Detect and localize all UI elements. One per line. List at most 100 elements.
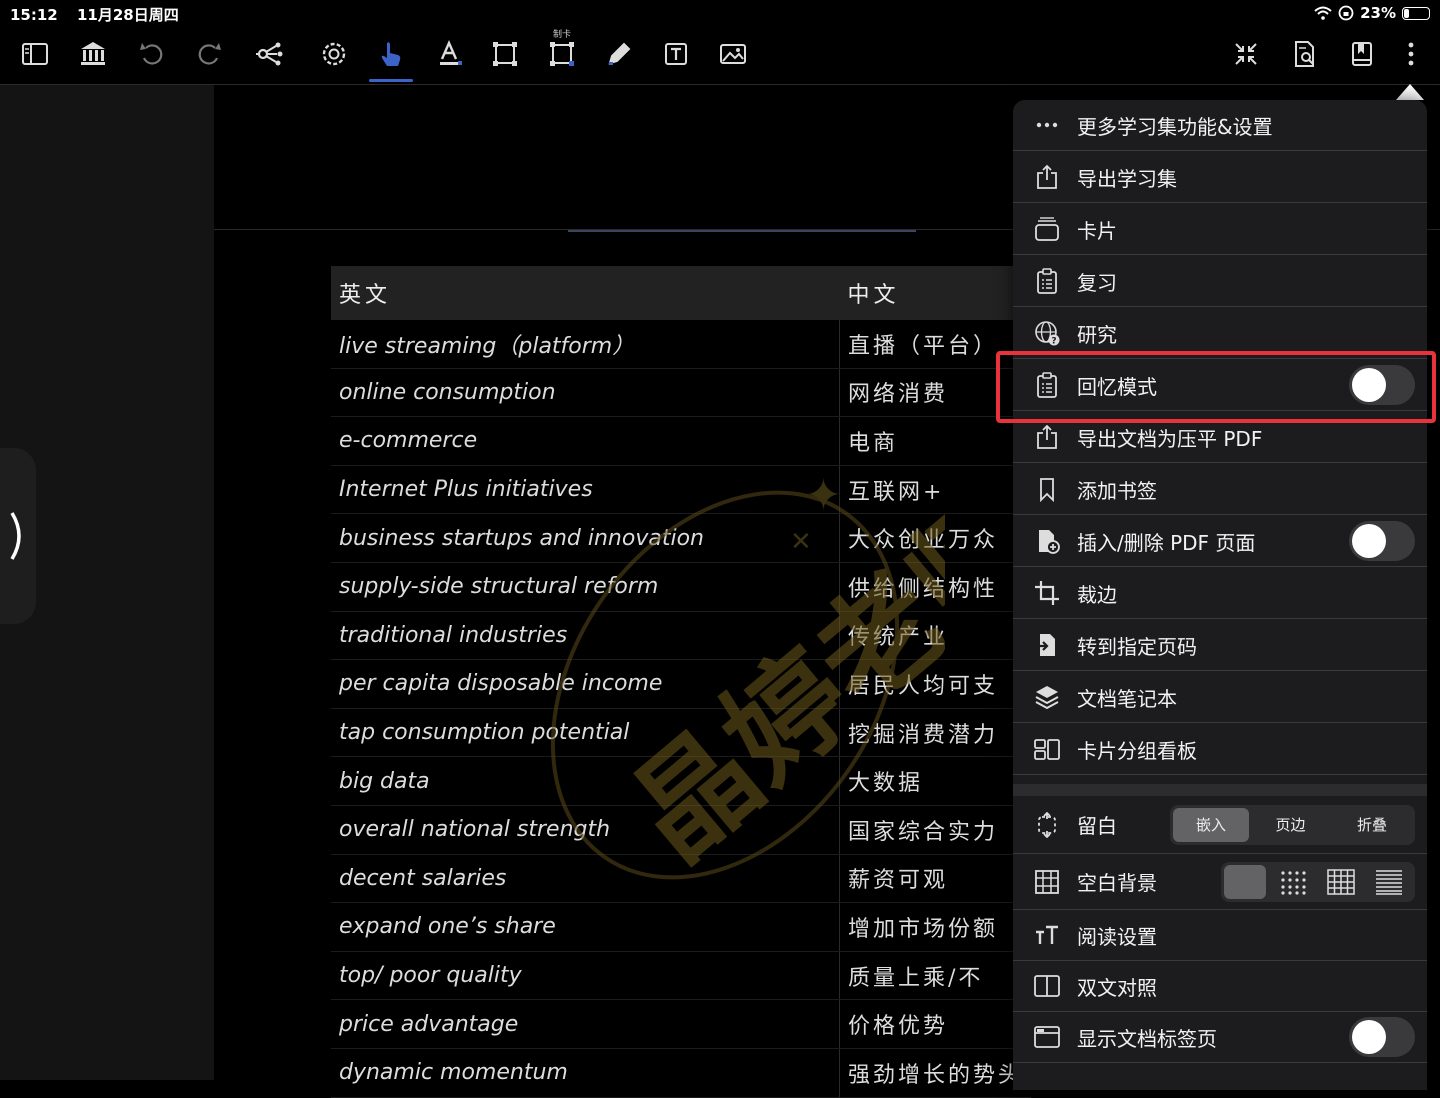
more-vertical-icon[interactable] bbox=[1393, 36, 1429, 72]
table-row: price advantage 价格优势 bbox=[331, 999, 1031, 1049]
text-highlight-icon[interactable] bbox=[431, 36, 467, 72]
margin-option-page-edge[interactable]: 页边 bbox=[1249, 808, 1332, 842]
table-row: expand one’s share 增加市场份额 bbox=[331, 902, 1031, 952]
pencil-icon[interactable] bbox=[601, 36, 637, 72]
table-row: decent salaries 薪资可观 bbox=[331, 854, 1031, 904]
mindmap-icon[interactable] bbox=[251, 36, 287, 72]
image-icon[interactable] bbox=[715, 36, 751, 72]
crop-margins-item[interactable]: 裁边 bbox=[1013, 568, 1427, 619]
insert-delete-pages-toggle[interactable] bbox=[1349, 521, 1415, 561]
redo-icon[interactable] bbox=[191, 36, 227, 72]
recall-mode-label: 回忆模式 bbox=[1077, 374, 1157, 399]
english-term-cell: expand one’s share bbox=[331, 902, 840, 952]
table-row: dynamic momentum 强劲增长的势头 bbox=[331, 1048, 1031, 1098]
show-doc-tabs-item: 显示文档标签页 bbox=[1013, 1012, 1427, 1063]
export-flat-pdf-label: 导出文档为压平 PDF bbox=[1077, 426, 1263, 451]
recall-mode-toggle[interactable] bbox=[1349, 365, 1415, 405]
sidebar-icon[interactable] bbox=[17, 36, 53, 72]
research-label: 研究 bbox=[1077, 322, 1117, 347]
table-row: online consumption 网络消费 bbox=[331, 368, 1031, 418]
add-bookmark-item[interactable]: 添加书签 bbox=[1013, 464, 1427, 515]
cards-item[interactable]: 卡片 bbox=[1013, 204, 1427, 255]
reading-settings-label: 阅读设置 bbox=[1077, 924, 1157, 949]
table-row: tap consumption potential 挖掘消费潜力 bbox=[331, 708, 1031, 758]
english-term-cell: traditional industries bbox=[331, 611, 840, 661]
english-term-cell: Internet Plus initiatives bbox=[331, 465, 840, 515]
battery-icon bbox=[1402, 6, 1430, 20]
toggle-knob bbox=[1352, 1020, 1386, 1054]
board-icon bbox=[1033, 735, 1061, 763]
column-header-chinese: 中文 bbox=[839, 266, 1031, 320]
english-term-cell: supply-side structural reform bbox=[331, 562, 840, 612]
column-header-english: 英文 bbox=[331, 266, 840, 320]
table-row: top/ poor quality 质量上乘/不 bbox=[331, 951, 1031, 1001]
chinese-term-cell: 大数据 bbox=[839, 756, 1031, 806]
chinese-term-cell: 增加市场份额 bbox=[839, 902, 1031, 952]
margin-row: 留白 嵌入 页边 折叠 bbox=[1013, 796, 1427, 854]
select-rect-icon[interactable] bbox=[487, 36, 523, 72]
margin-segmented-control: 嵌入 页边 折叠 bbox=[1170, 804, 1415, 845]
goto-page-item[interactable]: 转到指定页码 bbox=[1013, 620, 1427, 671]
blank-swatch-icon[interactable] bbox=[1224, 864, 1266, 899]
recall-mode-item: 回忆模式 bbox=[1013, 360, 1427, 411]
chinese-term-cell: 价格优势 bbox=[839, 999, 1031, 1049]
margin-option-fold[interactable]: 折叠 bbox=[1332, 808, 1412, 842]
library-icon[interactable] bbox=[75, 36, 111, 72]
english-term-cell: live streaming（platform） bbox=[331, 320, 840, 369]
card-group-board-item[interactable]: 卡片分组看板 bbox=[1013, 724, 1427, 775]
screen-lock-icon bbox=[1338, 5, 1354, 21]
hand-pointer-icon[interactable] bbox=[369, 36, 413, 82]
doc-add-icon bbox=[1033, 527, 1061, 555]
more-set-functions-item[interactable]: 更多学习集功能&设置 bbox=[1013, 100, 1427, 151]
doc-notebook-item[interactable]: 文档笔记本 bbox=[1013, 672, 1427, 723]
chinese-term-cell: 薪资可观 bbox=[839, 854, 1031, 904]
dots-swatch-icon[interactable] bbox=[1272, 865, 1314, 899]
share-icon bbox=[1033, 163, 1061, 191]
table-header-row: 英文 中文 bbox=[331, 266, 1031, 320]
review-item[interactable]: 复习 bbox=[1013, 256, 1427, 307]
textbox-icon[interactable] bbox=[658, 36, 694, 72]
background-style-picker bbox=[1221, 861, 1415, 902]
collapse-icon[interactable] bbox=[1228, 36, 1264, 72]
toggle-knob bbox=[1352, 368, 1386, 402]
expand-panel-handle[interactable] bbox=[0, 448, 36, 624]
doc-search-icon[interactable] bbox=[1286, 36, 1322, 72]
research-item[interactable]: ? 研究 bbox=[1013, 308, 1427, 359]
table-row: business startups and innovation 大众创业万众 bbox=[331, 513, 1031, 563]
margin-option-embed[interactable]: 嵌入 bbox=[1173, 807, 1249, 842]
chinese-term-cell: 强劲增长的势头 bbox=[839, 1048, 1031, 1098]
chinese-term-cell: 居民人均可支 bbox=[839, 659, 1031, 709]
show-doc-tabs-toggle[interactable] bbox=[1349, 1017, 1415, 1057]
export-set-label: 导出学习集 bbox=[1077, 166, 1177, 191]
bilingual-compare-item[interactable]: 双文对照 bbox=[1013, 961, 1427, 1012]
english-term-cell: overall national strength bbox=[331, 805, 840, 855]
english-term-cell: per capita disposable income bbox=[331, 659, 840, 709]
page-annotation-line bbox=[568, 230, 916, 232]
chinese-term-cell: 传统产业 bbox=[839, 611, 1031, 661]
table-row: supply-side structural reform 供给侧结构性 bbox=[331, 562, 1031, 612]
card-group-board-label: 卡片分组看板 bbox=[1077, 738, 1197, 763]
layers-icon bbox=[1033, 683, 1061, 711]
english-term-cell: e-commerce bbox=[331, 416, 840, 466]
card-rect-icon[interactable]: 制卡 bbox=[544, 30, 580, 72]
export-set-item[interactable]: 导出学习集 bbox=[1013, 152, 1427, 203]
cards-stack-icon bbox=[1033, 215, 1061, 243]
settings-gear-icon[interactable] bbox=[316, 36, 352, 72]
ellipsis-icon bbox=[1033, 111, 1061, 139]
lines-swatch-icon[interactable] bbox=[1368, 865, 1410, 899]
reading-settings-item[interactable]: 阅读设置 bbox=[1013, 910, 1427, 961]
show-doc-tabs-label: 显示文档标签页 bbox=[1077, 1026, 1217, 1051]
chinese-term-cell: 国家综合实力 bbox=[839, 805, 1031, 855]
export-flat-pdf-item[interactable]: 导出文档为压平 PDF bbox=[1013, 412, 1427, 463]
clipboard-list-icon bbox=[1033, 267, 1061, 295]
insert-delete-pages-label: 插入/删除 PDF 页面 bbox=[1077, 530, 1256, 555]
chinese-term-cell: 网络消费 bbox=[839, 368, 1031, 418]
table-row: big data 大数据 bbox=[331, 756, 1031, 806]
undo-icon[interactable] bbox=[134, 36, 170, 72]
grid-swatch-icon[interactable] bbox=[1320, 865, 1362, 899]
bookmark-book-icon[interactable] bbox=[1344, 36, 1380, 72]
chinese-term-cell: 电商 bbox=[839, 416, 1031, 466]
toggle-knob bbox=[1352, 524, 1386, 558]
english-term-cell: top/ poor quality bbox=[331, 951, 840, 1001]
table-row: per capita disposable income 居民人均可支 bbox=[331, 659, 1031, 709]
